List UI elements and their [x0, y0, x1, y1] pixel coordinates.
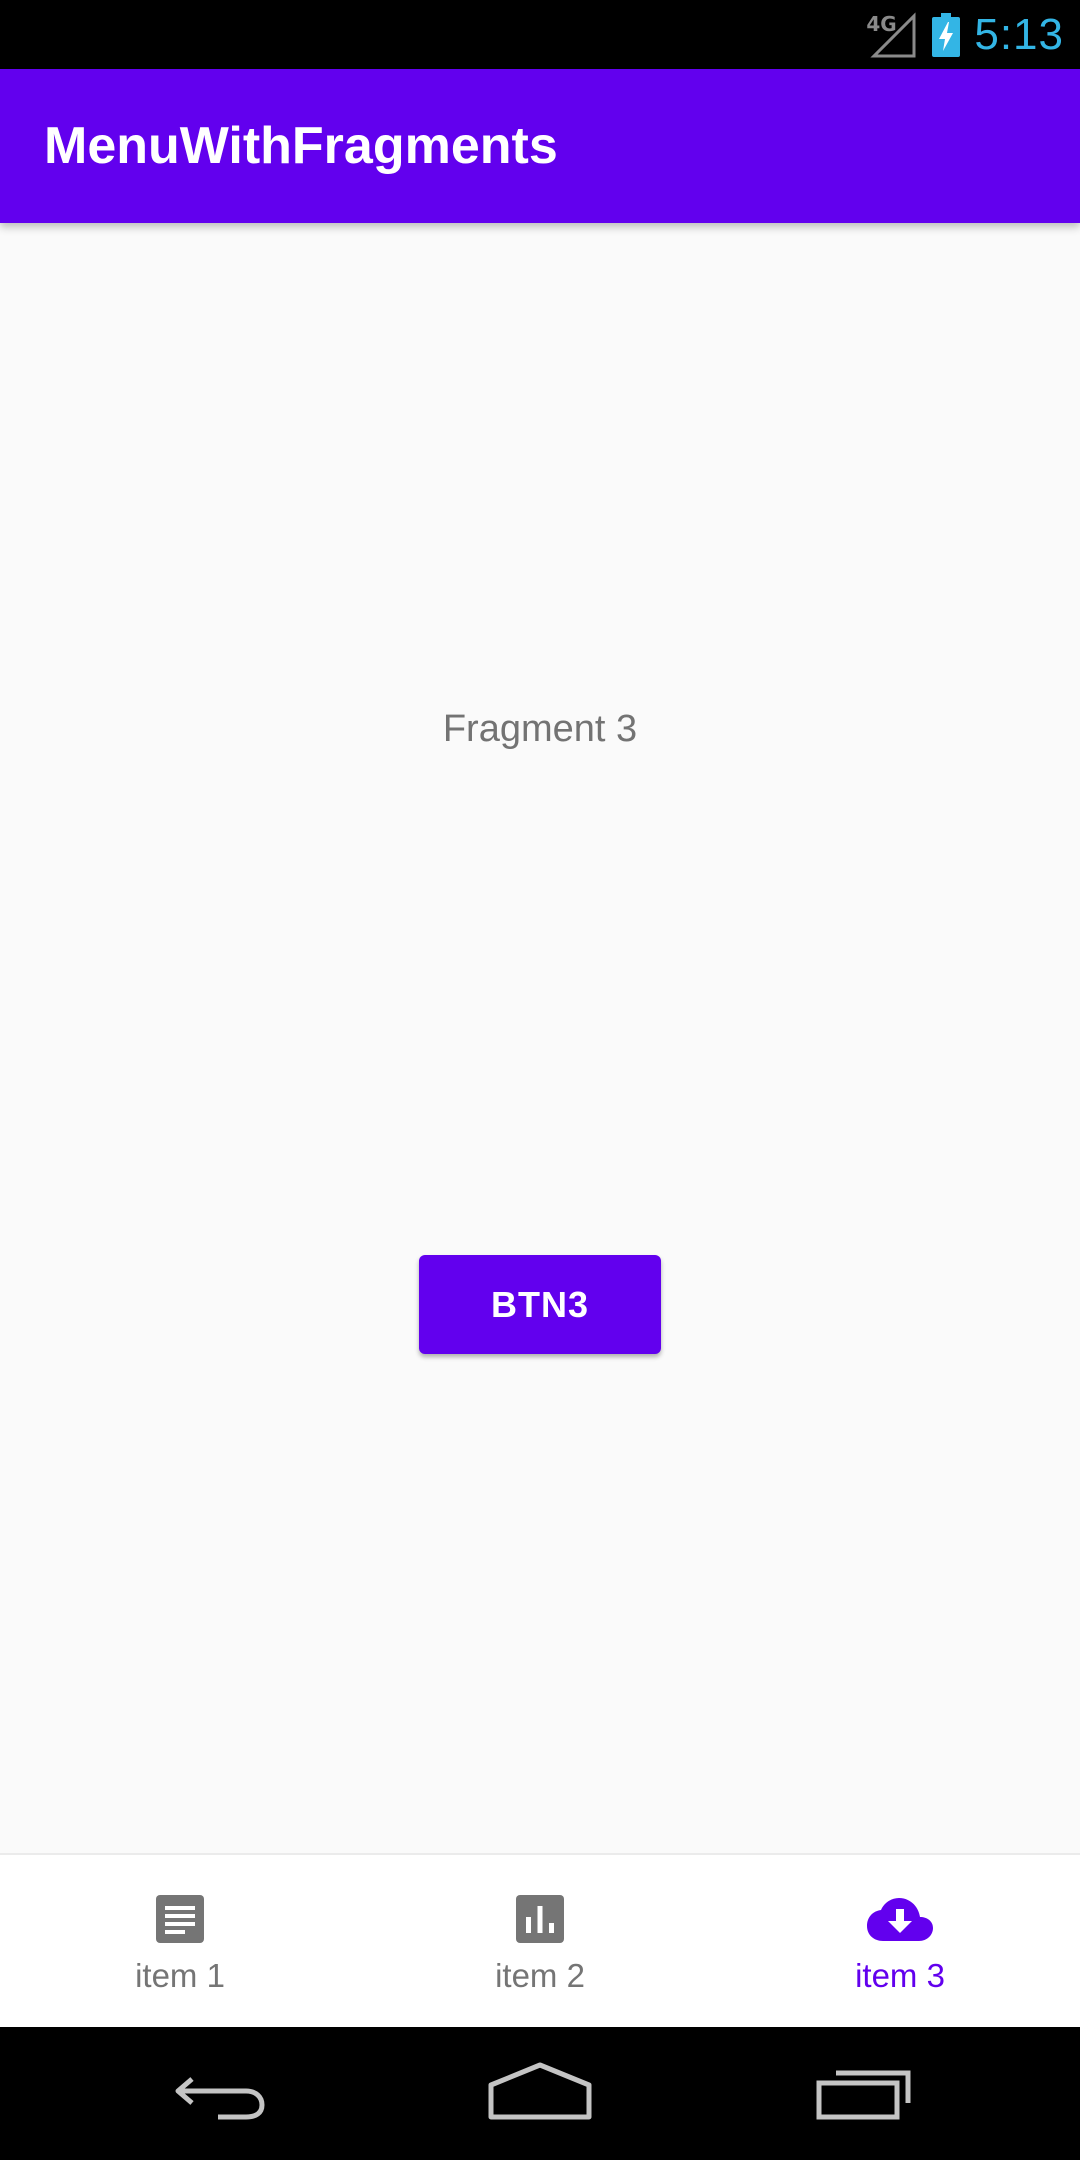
fragment-label: Fragment 3	[442, 708, 638, 750]
signal-icon: 4G	[866, 10, 918, 60]
nav-item-2[interactable]: item 2	[360, 1855, 720, 2027]
fragment-container: Fragment 3 BTN3	[0, 223, 1080, 1853]
btn3-button[interactable]: BTN3	[419, 1255, 661, 1354]
bottom-navigation: item 1 item 2 item 3	[0, 1853, 1080, 2027]
nav-item-2-label: item 2	[495, 1957, 585, 1994]
clock: 5:13	[974, 9, 1064, 59]
cloud-download-icon	[867, 1898, 933, 1941]
home-icon[interactable]	[488, 2059, 592, 2129]
system-nav-bar	[0, 2027, 1080, 2160]
status-icons: 4G 5:13	[866, 0, 1064, 69]
bar-chart-icon	[516, 1895, 564, 1943]
recents-icon[interactable]	[814, 2059, 914, 2129]
nav-item-1[interactable]: item 1	[0, 1855, 360, 2027]
nav-item-1-label: item 1	[135, 1957, 225, 1994]
back-icon[interactable]	[170, 2059, 270, 2129]
status-bar: 4G 5:13	[0, 0, 1080, 69]
nav-item-3-label: item 3	[855, 1957, 945, 1994]
article-icon	[156, 1895, 204, 1943]
app-title: MenuWithFragments	[44, 117, 558, 175]
battery-charging-icon	[932, 12, 961, 57]
nav-item-3[interactable]: item 3	[720, 1855, 1080, 2027]
app-bar: MenuWithFragments	[0, 69, 1080, 223]
